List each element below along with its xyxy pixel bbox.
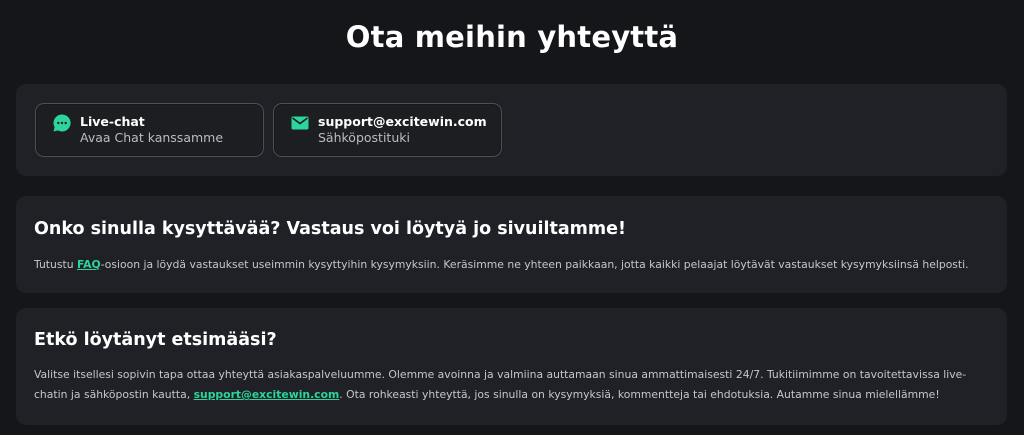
envelope-icon (290, 113, 310, 133)
page-title: Ota meihin yhteyttä (345, 20, 679, 54)
faq-link[interactable]: FAQ (77, 258, 101, 271)
email-support-subtitle: Sähköpostituki (318, 130, 410, 145)
live-chat-title: Live-chat (80, 114, 145, 129)
email-support-button[interactable]: support@excitewin.com Sähköpostituki (273, 103, 502, 157)
help-description: Valitse itsellesi sopivin tapa ottaa yht… (34, 365, 994, 405)
faq-text-after: -osioon ja löydä vastaukset useimmin kys… (100, 258, 969, 271)
faq-panel: Onko sinulla kysyttävää? Vastaus voi löy… (16, 196, 1007, 293)
help-panel: Etkö löytänyt etsimääsi? Valitse itselle… (16, 308, 1007, 425)
help-heading: Etkö löytänyt etsimääsi? (34, 330, 277, 350)
chat-bubble-icon (52, 113, 72, 133)
live-chat-button[interactable]: Live-chat Avaa Chat kanssamme (35, 103, 264, 157)
contact-options-panel: Live-chat Avaa Chat kanssamme support@ex… (16, 84, 1007, 176)
live-chat-subtitle: Avaa Chat kanssamme (80, 130, 224, 145)
faq-text-before: Tutustu (34, 258, 78, 271)
email-address: support@excitewin.com (318, 114, 487, 129)
help-text-after: . Ota rohkeasti yhteyttä, jos sinulla on… (339, 388, 940, 401)
support-email-link[interactable]: support@excitewin.com (194, 388, 340, 401)
faq-description: Tutustu FAQ-osioon ja löydä vastaukset u… (34, 255, 994, 275)
faq-heading: Onko sinulla kysyttävää? Vastaus voi löy… (34, 219, 626, 239)
